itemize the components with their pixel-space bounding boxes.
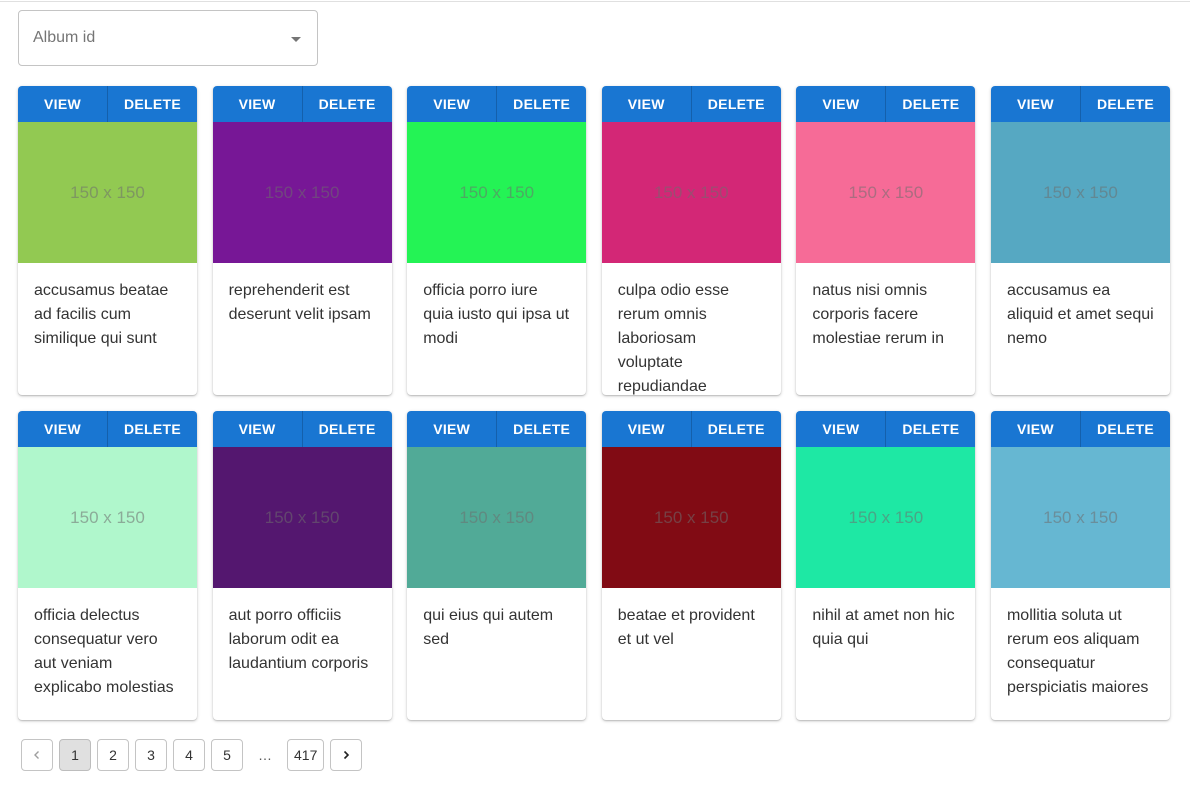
top-divider: [0, 1, 1190, 2]
photo-card: VIEW DELETE 150 x 150 officia delectus c…: [18, 411, 197, 720]
photo-card: VIEW DELETE 150 x 150 beatae et providen…: [601, 411, 781, 720]
photo-grid: VIEW DELETE 150 x 150 accusamus beatae a…: [18, 86, 1170, 720]
pagination: 1 2 3 4 5 … 417: [21, 739, 363, 771]
photo-thumbnail[interactable]: 150 x 150: [990, 447, 1170, 588]
photo-thumbnail[interactable]: 150 x 150: [407, 447, 587, 588]
photo-thumbnail[interactable]: 150 x 150: [796, 122, 976, 263]
card-actions: VIEW DELETE: [18, 86, 197, 122]
card-actions: VIEW DELETE: [601, 411, 781, 447]
photo-title: aut porro officiis laborum odit ea lauda…: [228, 607, 369, 672]
delete-button[interactable]: DELETE: [1079, 411, 1170, 447]
page-button[interactable]: 1: [59, 739, 91, 771]
prev-page-button[interactable]: [21, 739, 53, 771]
photo-card: VIEW DELETE 150 x 150 accusamus ea aliqu…: [990, 86, 1170, 395]
photo-thumbnail[interactable]: 150 x 150: [212, 447, 392, 588]
view-button[interactable]: VIEW: [213, 86, 302, 122]
photo-title: qui eius qui autem sed: [423, 607, 554, 648]
photo-thumbnail[interactable]: 150 x 150: [18, 122, 197, 263]
chevron-right-icon: [344, 750, 350, 760]
page-ellipsis: …: [258, 747, 272, 763]
photo-title: culpa odio esse rerum omnis laboriosam v…: [617, 282, 729, 395]
chevron-left-icon: [34, 751, 39, 759]
photo-card: VIEW DELETE 150 x 150 reprehenderit est …: [212, 86, 392, 395]
photo-title: nihil at amet non hic quia qui: [812, 607, 955, 648]
dropdown-arrow-icon: [291, 37, 301, 42]
photo-card: VIEW DELETE 150 x 150 culpa odio esse re…: [601, 86, 781, 395]
page-button[interactable]: 2: [97, 739, 129, 771]
photo-title: reprehenderit est deserunt velit ipsam: [228, 282, 371, 323]
card-actions: VIEW DELETE: [990, 411, 1170, 447]
next-page-button[interactable]: [330, 739, 363, 771]
card-actions: VIEW DELETE: [407, 411, 587, 447]
view-button[interactable]: VIEW: [796, 411, 885, 447]
album-id-placeholder: Album id: [33, 29, 96, 46]
view-button[interactable]: VIEW: [407, 86, 496, 122]
card-actions: VIEW DELETE: [990, 86, 1170, 122]
photo-card: VIEW DELETE 150 x 150 mollitia soluta ut…: [990, 411, 1170, 720]
view-button[interactable]: VIEW: [18, 411, 107, 447]
delete-button[interactable]: DELETE: [107, 411, 197, 447]
photo-title: accusamus ea aliquid et amet sequi nemo: [1006, 282, 1154, 347]
card-actions: VIEW DELETE: [212, 86, 392, 122]
delete-button[interactable]: DELETE: [885, 86, 975, 122]
delete-button[interactable]: DELETE: [885, 411, 975, 447]
photo-title: accusamus beatae ad facilis cum similiqu…: [34, 282, 169, 347]
photo-title: officia porro iure quia iusto qui ipsa u…: [423, 282, 570, 347]
photo-card: VIEW DELETE 150 x 150 natus nisi omnis c…: [796, 86, 976, 395]
delete-button[interactable]: DELETE: [496, 86, 586, 122]
view-button[interactable]: VIEW: [991, 86, 1080, 122]
album-id-select[interactable]: Album id: [18, 10, 318, 66]
view-button[interactable]: VIEW: [602, 411, 691, 447]
photo-card: VIEW DELETE 150 x 150 officia porro iure…: [407, 86, 587, 395]
delete-button[interactable]: DELETE: [1079, 86, 1170, 122]
page-button[interactable]: 417: [287, 739, 325, 771]
card-actions: VIEW DELETE: [601, 86, 781, 122]
photo-card: VIEW DELETE 150 x 150 aut porro officiis…: [212, 411, 392, 720]
card-actions: VIEW DELETE: [796, 86, 976, 122]
photo-thumbnail[interactable]: 150 x 150: [796, 447, 976, 588]
view-button[interactable]: VIEW: [796, 86, 885, 122]
page-button[interactable]: 5: [211, 739, 243, 771]
card-actions: VIEW DELETE: [212, 411, 392, 447]
page-button[interactable]: 4: [173, 739, 205, 771]
photo-title: natus nisi omnis corporis facere molesti…: [812, 282, 944, 347]
photo-thumbnail[interactable]: 150 x 150: [407, 122, 587, 263]
card-actions: VIEW DELETE: [18, 411, 197, 447]
delete-button[interactable]: DELETE: [496, 411, 586, 447]
photo-title: beatae et provident et ut vel: [617, 607, 755, 648]
photo-thumbnail[interactable]: 150 x 150: [601, 447, 781, 588]
view-button[interactable]: VIEW: [407, 411, 496, 447]
delete-button[interactable]: DELETE: [301, 411, 392, 447]
photo-card: VIEW DELETE 150 x 150 qui eius qui autem…: [407, 411, 587, 720]
card-actions: VIEW DELETE: [796, 411, 976, 447]
photo-title: mollitia soluta ut rerum eos aliquam con…: [1006, 607, 1149, 696]
view-button[interactable]: VIEW: [18, 86, 107, 122]
view-button[interactable]: VIEW: [602, 86, 691, 122]
photo-card: VIEW DELETE 150 x 150 nihil at amet non …: [796, 411, 976, 720]
photo-thumbnail[interactable]: 150 x 150: [990, 122, 1170, 263]
view-button[interactable]: VIEW: [991, 411, 1080, 447]
photo-thumbnail[interactable]: 150 x 150: [212, 122, 392, 263]
photo-card: VIEW DELETE 150 x 150 accusamus beatae a…: [18, 86, 197, 395]
photo-thumbnail[interactable]: 150 x 150: [18, 447, 197, 588]
view-button[interactable]: VIEW: [213, 411, 302, 447]
card-actions: VIEW DELETE: [407, 86, 587, 122]
delete-button[interactable]: DELETE: [690, 86, 781, 122]
photo-title: officia delectus consequatur vero aut ve…: [34, 607, 174, 696]
delete-button[interactable]: DELETE: [301, 86, 392, 122]
photo-thumbnail[interactable]: 150 x 150: [601, 122, 781, 263]
delete-button[interactable]: DELETE: [690, 411, 781, 447]
page-button[interactable]: 3: [135, 739, 167, 771]
delete-button[interactable]: DELETE: [107, 86, 197, 122]
